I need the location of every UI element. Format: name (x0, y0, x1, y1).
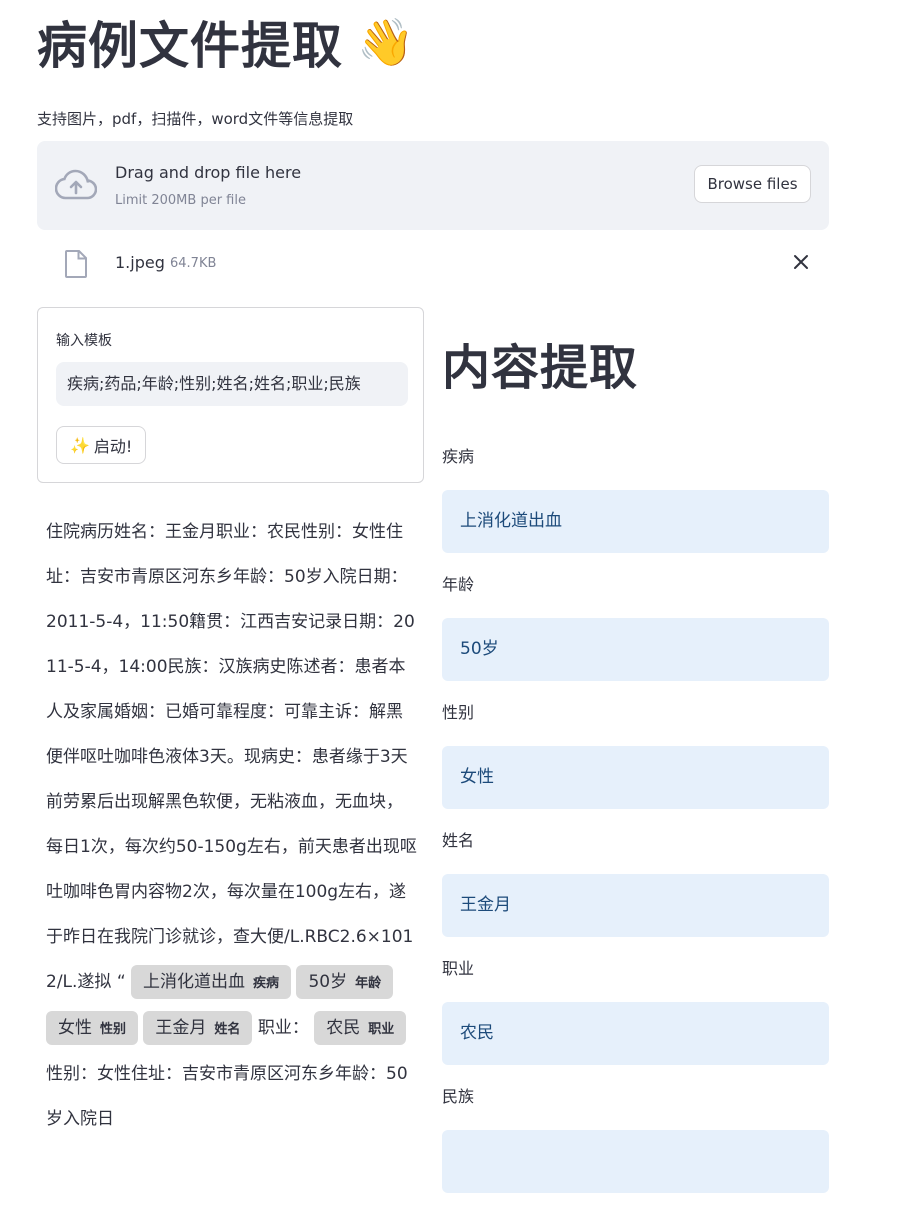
page-title-text: 病例文件提取 (37, 17, 343, 75)
close-icon[interactable] (790, 251, 812, 273)
entity-text: 女性 (58, 1018, 92, 1038)
extracted-field-occupation: 职业 农民 (442, 955, 829, 1083)
extraction-title: 内容提取 (442, 340, 639, 396)
entity-label: 职业 (368, 1022, 395, 1037)
field-label: 性别 (442, 703, 475, 722)
start-button-label: 启动! (93, 437, 133, 456)
dropzone-limit: Limit 200MB per file (115, 193, 246, 208)
field-value: 女性 (442, 746, 829, 809)
entity-label: 性别 (100, 1022, 127, 1037)
field-label: 疾病 (442, 447, 475, 466)
entity-highlight-occupation: 农民 职业 (314, 1011, 407, 1045)
document-text-segment: 性别：女性住址：吉安市青原区河东乡年龄：50岁入院日 (46, 1064, 408, 1129)
annotated-document-text: 住院病历姓名：王金月职业：农民性别：女性住址：吉安市青原区河东乡年龄：50岁入院… (46, 510, 418, 1142)
page-subtitle: 支持图片，pdf，扫描件，word文件等信息提取 (37, 110, 354, 128)
page-title: 病例文件提取 👋 (37, 6, 415, 78)
start-button[interactable]: ✨ 启动! (56, 426, 147, 464)
template-form: 输入模板 ✨ 启动! (37, 307, 424, 483)
uploaded-file-size: 64.7KB (170, 256, 217, 271)
entity-label: 年龄 (355, 976, 382, 991)
extracted-field-age: 年龄 50岁 (442, 571, 829, 699)
field-value (442, 1130, 829, 1193)
entity-label: 姓名 (214, 1022, 241, 1037)
template-input[interactable] (56, 362, 408, 406)
field-value: 农民 (442, 1002, 829, 1065)
waving-hand-icon: 👋 (357, 14, 416, 69)
extracted-field-name: 姓名 王金月 (442, 827, 829, 955)
extraction-results: 疾病 上消化道出血 年龄 50岁 性别 女性 姓名 王金月 职业 农民 民族 (442, 443, 829, 1211)
field-value: 50岁 (442, 618, 829, 681)
document-text-segment: 住院病历姓名：王金月职业：农民性别：女性住址：吉安市青原区河东乡年龄：50岁入院… (46, 522, 417, 992)
extracted-field-disease: 疾病 上消化道出血 (442, 443, 829, 571)
file-uploader-dropzone[interactable]: Drag and drop file here Limit 200MB per … (37, 141, 829, 230)
field-label: 年龄 (442, 575, 475, 594)
uploaded-file-item: 1.jpeg 64.7KB (37, 243, 829, 283)
entity-highlight-age: 50岁 年龄 (296, 965, 394, 999)
extracted-field-ethnicity: 民族 (442, 1083, 829, 1211)
browse-files-button[interactable]: Browse files (694, 165, 811, 203)
entity-text: 50岁 (308, 972, 348, 992)
entity-label: 疾病 (253, 976, 280, 991)
entity-highlight-gender: 女性 性别 (46, 1011, 139, 1045)
entity-highlight-disease: 上消化道出血 疾病 (131, 965, 292, 999)
field-value: 王金月 (442, 874, 829, 937)
document-text-segment: 职业： (257, 1018, 309, 1038)
dropzone-instructions: Drag and drop file here (115, 163, 302, 182)
template-input-label: 输入模板 (56, 333, 112, 349)
extracted-field-gender: 性别 女性 (442, 699, 829, 827)
field-label: 姓名 (442, 831, 475, 850)
entity-text: 王金月 (155, 1018, 207, 1038)
sparkles-icon: ✨ (70, 435, 90, 455)
uploaded-file-name: 1.jpeg (115, 253, 165, 272)
field-label: 职业 (442, 959, 475, 978)
field-value: 上消化道出血 (442, 490, 829, 553)
field-label: 民族 (442, 1087, 475, 1106)
entity-highlight-name: 王金月 姓名 (143, 1011, 253, 1045)
entity-text: 上消化道出血 (143, 972, 246, 992)
file-icon (65, 250, 87, 278)
entity-text: 农民 (326, 1018, 361, 1038)
cloud-upload-icon (55, 169, 97, 200)
